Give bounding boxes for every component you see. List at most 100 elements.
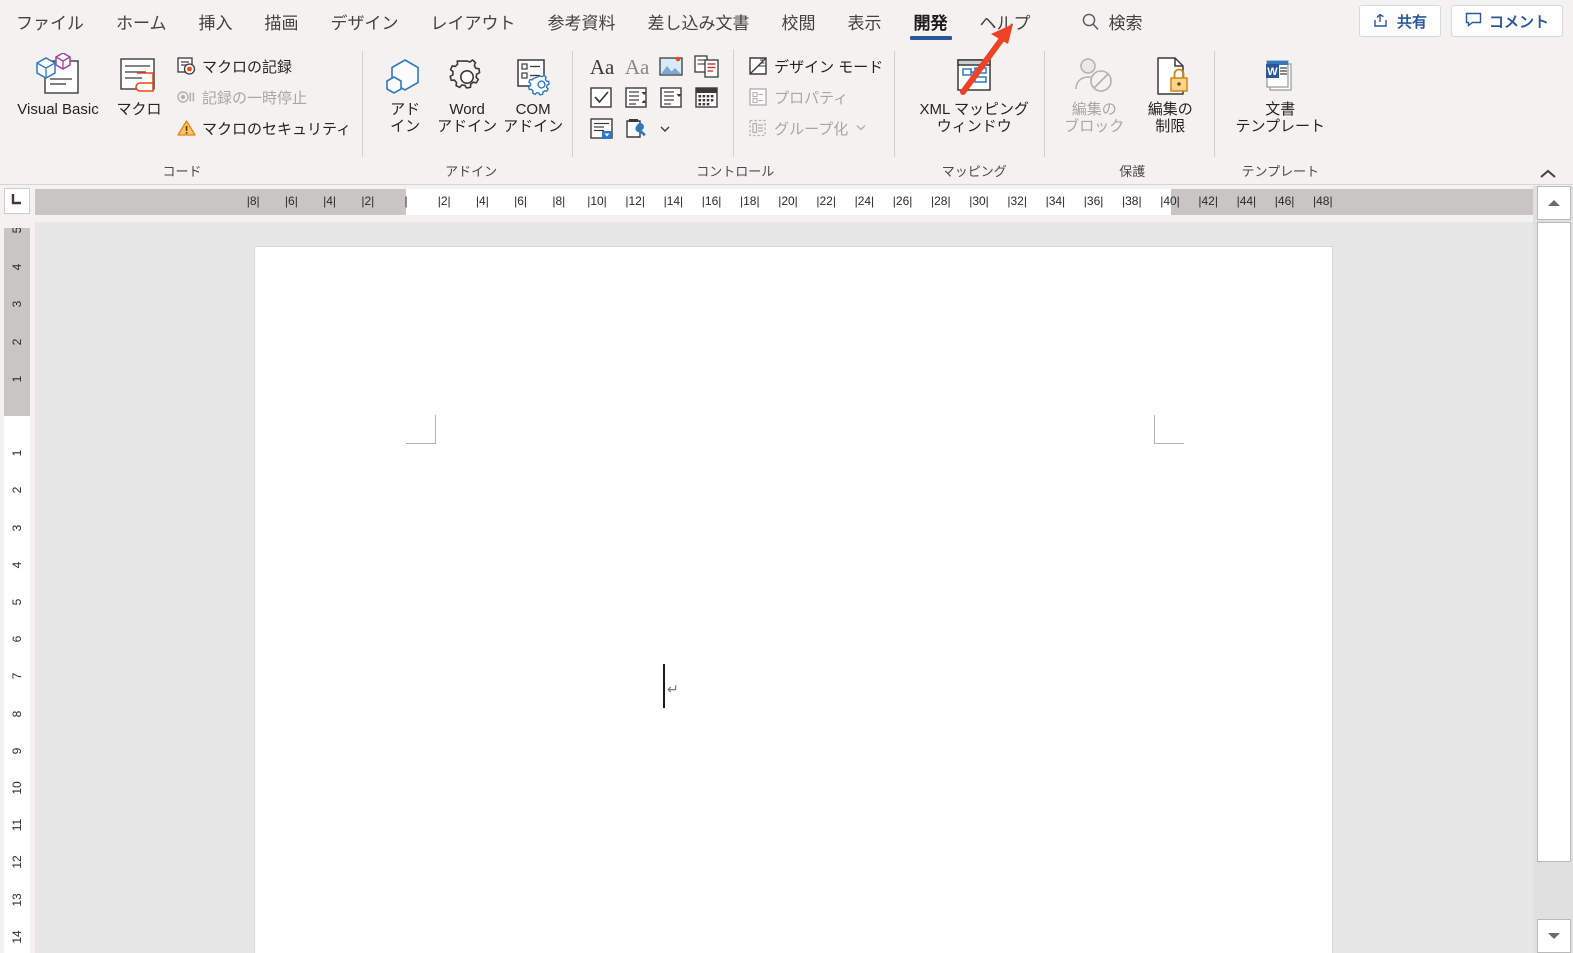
tab-stop-selector[interactable] [4,188,30,214]
ribbon-group-controls: Aa Aa デザイン モード プロパティ グループ化 コントロール [572,43,894,185]
paragraph-mark: ↵ [667,681,679,697]
restrict-editing-button[interactable]: 編集の 制限 [1132,49,1208,139]
com-addins-label: COM アドイン [503,101,564,135]
check-box-content-control[interactable] [588,84,616,112]
rich-text-content-control[interactable]: Aa [588,53,616,81]
picture-content-control[interactable] [658,53,686,81]
scroll-up-arrow [1548,200,1560,206]
tab-mailings[interactable]: 差し込み文書 [632,0,766,43]
vertical-ruler[interactable]: 5432112345678910111213141516 [4,228,30,953]
tab-label: レイアウト [430,14,516,33]
pause-recording-label: 記録の一時停止 [202,89,308,107]
tab-home[interactable]: ホーム [100,0,183,43]
combo-box-content-control[interactable] [623,84,651,112]
group-label-controls: コントロール [696,164,775,179]
ruler-tick: |44| [1236,194,1257,208]
com-addin-icon [510,52,556,102]
legacy-tools-chevron[interactable] [658,115,672,143]
drop-down-list-content-control[interactable] [658,84,686,112]
search-label: 検索 [1108,14,1143,33]
ruler-tick: |4| [475,194,489,208]
ruler-tick: |28| [931,194,951,208]
date-picker-content-control[interactable] [693,84,721,112]
ruler-tick: |38| [1122,194,1142,208]
vruler-tick: 13 [10,892,24,907]
tab-label: デザイン [330,14,399,33]
macro-security-icon [175,117,197,139]
ruler-tick: |22| [816,194,836,208]
vruler-tick: 4 [10,263,24,271]
word-addins-button[interactable]: Word アドイン [434,49,500,139]
vruler-tick: 5 [10,598,24,606]
tab-file[interactable]: ファイル [0,0,100,43]
record-macro-label: マクロの記録 [202,58,293,76]
tab-developer[interactable]: 開発 [898,0,964,43]
ruler-tick: |6| [514,194,528,208]
group-button: グループ化 [742,113,888,143]
tab-references[interactable]: 参考資料 [532,0,632,43]
macro-security-label: マクロのセキュリティ [202,120,352,138]
scroll-down-button[interactable] [1537,919,1571,953]
vruler-tick: 3 [10,301,24,308]
ruler-tick: |14| [663,194,684,208]
ruler-tick: |46| [1274,194,1295,208]
block-authors-button: 編集の ブロック [1056,49,1132,139]
xml-mapping-pane-button[interactable]: XML マッピング ウィンドウ [910,49,1038,139]
tab-view[interactable]: 表示 [832,0,898,43]
tab-draw[interactable]: 描画 [249,0,315,43]
vruler-tick: 9 [10,747,24,755]
vertical-scrollbar[interactable] [1533,186,1573,953]
chevron-down-icon[interactable] [855,120,867,137]
repeating-section-content-control[interactable] [588,115,616,143]
content-controls-row [588,115,721,143]
tab-layout[interactable]: レイアウト [415,0,532,43]
vruler-tick: 6 [10,635,24,643]
plain-text-content-control[interactable]: Aa [623,53,651,81]
scroll-up-button[interactable] [1537,186,1571,220]
collapse-ribbon-button[interactable] [1537,163,1559,185]
comment-button[interactable]: コメント [1450,5,1563,37]
record-macro-button[interactable]: マクロの記録 [170,51,356,81]
vruler-tick: 7 [10,673,24,680]
building-block-gallery-content-control[interactable] [693,53,721,81]
search-box[interactable]: 検索 [1081,0,1143,43]
tab-label: 描画 [264,14,299,33]
vruler-tick: 8 [10,710,24,717]
vruler-tick: 14 [10,930,24,944]
visual-basic-label: Visual Basic [17,101,99,118]
content-controls-row: Aa Aa [588,53,721,81]
tab-review[interactable]: 校閲 [766,0,832,43]
macro-security-button[interactable]: マクロのセキュリティ [170,113,356,143]
visual-basic-button[interactable]: Visual Basic [8,49,108,122]
com-addins-button[interactable]: COM アドイン [500,49,566,139]
scrollbar-thumb[interactable] [1537,222,1571,862]
tab-label: 表示 [847,14,882,33]
group-label-mapping: マッピング [941,164,1007,179]
legacy-tools-icon[interactable] [623,115,651,143]
macro-icon [116,52,162,102]
block-authors-label: 編集の ブロック [1064,101,1125,135]
design-mode-button[interactable]: デザイン モード [742,51,888,81]
ruler-tick: |18| [740,194,760,208]
ruler-tick-labels: |8| |6| |4| |2| | |2| |4| |6| |8| |10| |12| |14| |16… [35,189,1533,215]
group-label: グループ化 [774,120,849,138]
vruler-tick: 2 [10,338,24,345]
macro-button[interactable]: マクロ [108,49,170,122]
ruler-tick: |48| [1313,194,1333,208]
addins-button[interactable]: アド イン [376,49,434,139]
ruler-tick: | [404,194,408,208]
tab-insert[interactable]: 挿入 [183,0,249,43]
ruler-tick: |6| [284,194,298,208]
horizontal-ruler[interactable]: |8| |6| |4| |2| | |2| |4| |6| |8| |10| |12| |14| |16… [35,189,1533,215]
tab-design[interactable]: デザイン [315,0,415,43]
share-button[interactable]: 共有 [1358,5,1441,37]
xml-mapping-pane-label: XML マッピング ウィンドウ [919,101,1030,135]
document-template-button[interactable]: W 文書 テンプレート [1228,49,1332,139]
tab-help[interactable]: ヘルプ [964,0,1047,43]
document-template-label: 文書 テンプレート [1235,101,1326,135]
active-tab-indicator [909,36,952,40]
document-page[interactable]: ↵ [254,246,1333,953]
group-label-code: コード [162,164,202,179]
share-icon [1373,11,1390,32]
word-addins-label: Word アドイン [437,101,498,135]
